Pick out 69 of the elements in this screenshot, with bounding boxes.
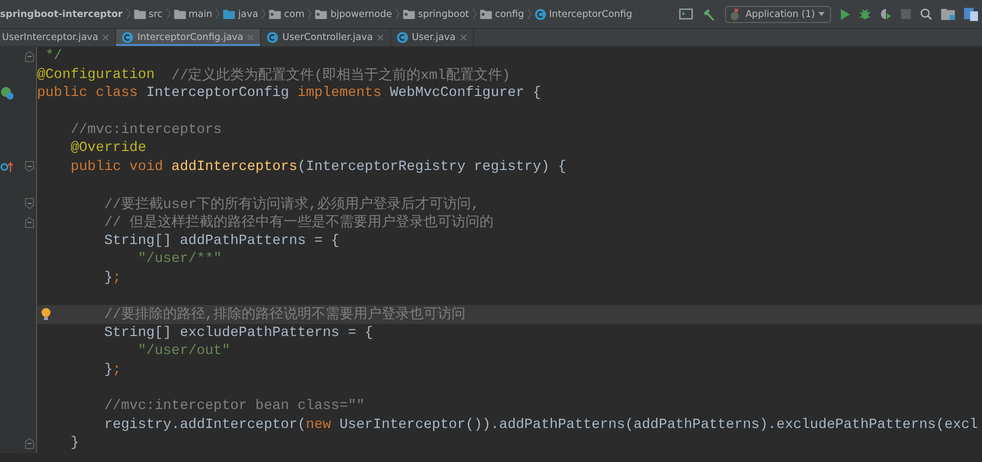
folder-icon	[223, 9, 236, 19]
breadcrumb-item[interactable]: springboot	[418, 8, 469, 20]
coverage-icon[interactable]	[880, 8, 892, 20]
chevron-icon	[527, 8, 532, 20]
file-tab[interactable]: InterceptorConfig.java	[116, 29, 262, 46]
code-line: //mvc:interceptors	[70, 120, 223, 140]
package-icon	[403, 9, 416, 19]
code-line: @Override	[70, 139, 148, 158]
override-icon[interactable]	[0, 160, 14, 173]
breadcrumb-item[interactable]: InterceptorConfig	[549, 8, 632, 20]
breadcrumb-item[interactable]: bjpowernode	[330, 8, 392, 20]
bug-icon[interactable]	[859, 8, 871, 20]
run-config-dropdown[interactable]: Application (1)	[725, 6, 831, 22]
breadcrumb-item[interactable]: config	[495, 8, 524, 20]
caret-icon	[818, 12, 825, 16]
folder-icon	[174, 9, 186, 19]
bean-icon[interactable]	[0, 86, 14, 100]
class-icon	[396, 32, 408, 43]
class-icon	[267, 32, 278, 43]
package-icon	[315, 9, 328, 19]
close-icon[interactable]	[102, 34, 110, 41]
search-icon[interactable]	[920, 8, 932, 20]
code-line: };	[103, 360, 122, 379]
fold-marker-icon[interactable]	[24, 216, 34, 228]
breadcrumb-item[interactable]: main	[188, 8, 212, 20]
breadcrumb-item[interactable]: com	[284, 8, 304, 20]
class-icon	[535, 8, 546, 20]
code-line: String[] excludePathPatterns = {	[103, 324, 374, 342]
fold-marker-icon[interactable]	[24, 198, 34, 210]
code-line: String[] addPathPatterns = {	[103, 232, 340, 250]
file-tab[interactable]: User.java	[390, 29, 474, 46]
breadcrumb-item[interactable]: src	[148, 8, 162, 20]
code-line: //要拦截user下的所有访问请求,必须用户登录后才可访问,	[103, 195, 480, 213]
fold-marker-icon[interactable]	[24, 161, 34, 172]
folder-icon[interactable]	[941, 8, 955, 20]
lightbulb-icon[interactable]	[41, 308, 51, 320]
breadcrumb-item[interactable]: springboot-interceptor	[0, 8, 123, 20]
code-line: }	[70, 434, 80, 453]
code-line: "/user/out"	[136, 342, 232, 360]
window-icon[interactable]	[679, 8, 694, 20]
chevron-icon	[472, 8, 477, 20]
code-line: // 但是这样拦截的路径中有一些是不需要用户登录也可访问的	[103, 213, 494, 232]
package-icon	[269, 9, 282, 19]
close-icon[interactable]	[460, 34, 467, 41]
hammer-icon[interactable]	[702, 8, 716, 20]
file-tab[interactable]: UserController.java	[261, 29, 391, 46]
code-line: };	[103, 268, 122, 287]
folder-icon	[134, 9, 146, 19]
close-icon[interactable]	[376, 34, 384, 41]
chevron-icon	[126, 8, 131, 20]
app-icon[interactable]	[964, 7, 978, 21]
chevron-icon	[307, 8, 312, 20]
chevron-icon	[395, 8, 400, 20]
chevron-icon	[215, 8, 220, 20]
code-line: registry.addInterceptor(new UserInterceptor()).addPathPatterns(addPathPatterns).excludePathPatterns(excl	[103, 416, 979, 434]
chevron-icon	[261, 8, 266, 20]
code-line: @Configuration //定义此类为配置文件(即相当于之前的xml配置文件)	[37, 66, 512, 84]
code-line: public void addInterceptors(InterceptorRegistry registry) {	[70, 158, 568, 176]
package-icon	[480, 9, 492, 19]
breadcrumb-item[interactable]: java	[238, 8, 258, 20]
class-icon	[122, 32, 134, 43]
chevron-icon	[166, 8, 170, 20]
fold-marker-icon[interactable]	[24, 50, 34, 62]
code-line: public class InterceptorConfig implements WebMvcConfigurer {	[37, 84, 542, 102]
fold-marker-icon[interactable]	[24, 438, 34, 449]
code-line: */	[44, 47, 64, 66]
run-icon[interactable]	[840, 8, 850, 20]
code-line: //mvc:interceptor bean class=""	[103, 397, 366, 416]
code-line: "/user/**"	[136, 250, 223, 268]
